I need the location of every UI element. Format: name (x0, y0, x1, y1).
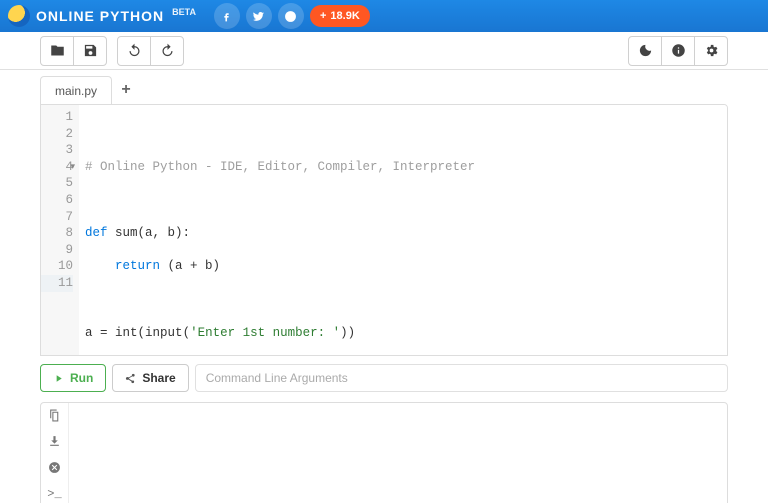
line-number: 6 (41, 192, 73, 209)
tab-main-py[interactable]: main.py (40, 76, 112, 104)
logo-icon (8, 5, 30, 27)
share-icon (125, 373, 136, 384)
play-icon (53, 373, 64, 384)
dark-mode-button[interactable] (628, 36, 662, 66)
download-output-button[interactable] (48, 435, 61, 451)
twitter-icon[interactable] (246, 3, 272, 29)
clear-output-button[interactable] (48, 461, 61, 477)
share-count-pill[interactable]: + 18.9K (310, 5, 370, 27)
add-tab-button[interactable]: + (112, 76, 140, 104)
run-label: Run (70, 371, 93, 385)
line-number: 3 (41, 142, 73, 159)
file-tabs: main.py + (0, 74, 768, 104)
line-number: 2 (41, 126, 73, 143)
cli-args-input[interactable]: Command Line Arguments (195, 364, 728, 392)
fold-icon[interactable]: ▾ (70, 159, 75, 176)
run-button[interactable]: Run (40, 364, 106, 392)
plus-icon: + (121, 81, 130, 99)
line-gutter: 1 2 3 4▾ 5 6 7 8 9 10 11 (41, 105, 79, 356)
line-number: 10 (41, 258, 73, 275)
output-panel: >_ (40, 402, 728, 503)
editor-body[interactable]: 1 2 3 4▾ 5 6 7 8 9 10 11 # Online Python… (41, 105, 727, 356)
reddit-icon[interactable] (278, 3, 304, 29)
settings-button[interactable] (694, 36, 728, 66)
output-toolbar: >_ (41, 403, 69, 503)
cli-placeholder: Command Line Arguments (206, 371, 348, 385)
line-number: 7 (41, 209, 73, 226)
code-content[interactable]: # Online Python - IDE, Editor, Compiler,… (79, 105, 475, 356)
line-number: 8 (41, 225, 73, 242)
output-body[interactable] (69, 403, 727, 503)
share-count: 18.9K (330, 10, 359, 22)
brand-name: ONLINE PYTHON (36, 8, 164, 24)
tab-label: main.py (55, 84, 97, 98)
info-button[interactable] (661, 36, 695, 66)
code-editor: 1 2 3 4▾ 5 6 7 8 9 10 11 # Online Python… (40, 104, 728, 356)
line-number: 1 (41, 109, 73, 126)
action-row: Run Share Command Line Arguments (0, 356, 768, 392)
line-number: 11 (41, 275, 73, 292)
terminal-button[interactable]: >_ (47, 487, 61, 501)
share-button[interactable]: Share (112, 364, 188, 392)
redo-button[interactable] (150, 36, 184, 66)
share-label: Share (142, 371, 175, 385)
beta-badge: BETA (172, 7, 196, 17)
app-header: ONLINE PYTHON BETA + 18.9K (0, 0, 768, 32)
open-file-button[interactable] (40, 36, 74, 66)
facebook-icon[interactable] (214, 3, 240, 29)
plus-icon: + (320, 10, 326, 22)
undo-button[interactable] (117, 36, 151, 66)
save-file-button[interactable] (73, 36, 107, 66)
copy-output-button[interactable] (48, 409, 61, 425)
line-number: 4▾ (41, 159, 73, 176)
line-number: 9 (41, 242, 73, 259)
line-number: 5 (41, 175, 73, 192)
editor-toolbar (0, 32, 768, 70)
